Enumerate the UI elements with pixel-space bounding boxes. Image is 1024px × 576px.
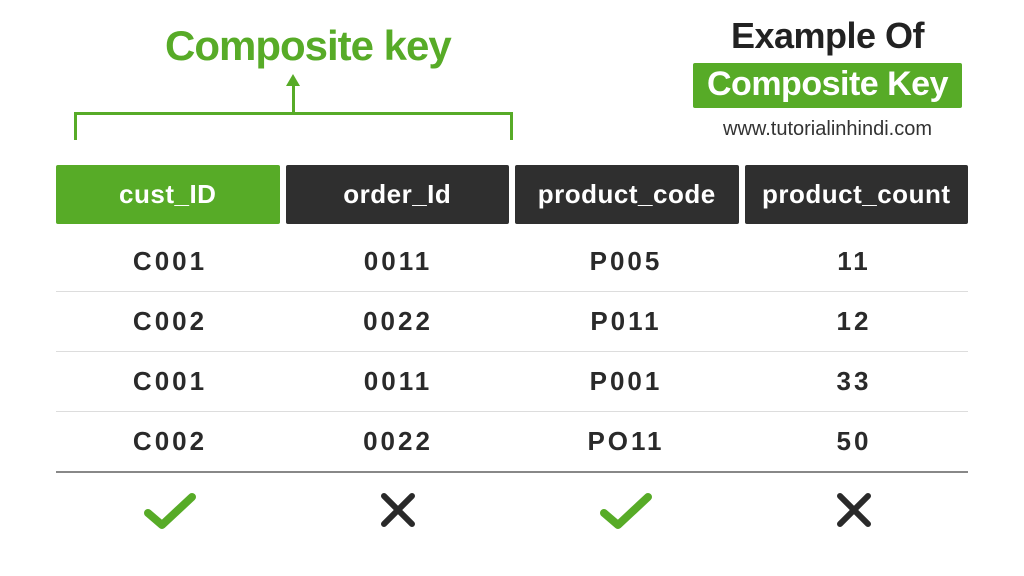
composite-key-bracket bbox=[74, 78, 524, 148]
cell-order-id: 0011 bbox=[284, 232, 512, 291]
website-url: www.tutorialinhindi.com bbox=[693, 118, 962, 141]
table-row: C001 0011 P005 11 bbox=[56, 232, 968, 292]
table-row: C001 0011 P001 33 bbox=[56, 352, 968, 412]
cell-product-count: 11 bbox=[740, 232, 968, 291]
cell-product-code: P011 bbox=[512, 292, 740, 351]
col-header-cust-id: cust_ID bbox=[56, 165, 280, 224]
cell-product-code: PO11 bbox=[512, 412, 740, 471]
cell-order-id: 0022 bbox=[284, 412, 512, 471]
table-row: C002 0022 PO11 50 bbox=[56, 412, 968, 473]
cell-product-code: P001 bbox=[512, 352, 740, 411]
col-header-product-count: product_count bbox=[745, 165, 969, 224]
example-of-label: Example Of bbox=[693, 15, 962, 57]
column-status-row bbox=[56, 491, 968, 536]
table-header-row: cust_ID order_Id product_code product_co… bbox=[56, 165, 968, 224]
cell-product-code: P005 bbox=[512, 232, 740, 291]
cell-order-id: 0011 bbox=[284, 352, 512, 411]
table-row: C002 0022 P011 12 bbox=[56, 292, 968, 352]
cell-cust-id: C001 bbox=[56, 232, 284, 291]
cross-icon bbox=[284, 491, 512, 536]
cell-product-count: 50 bbox=[740, 412, 968, 471]
cell-cust-id: C001 bbox=[56, 352, 284, 411]
cell-cust-id: C002 bbox=[56, 412, 284, 471]
data-table: cust_ID order_Id product_code product_co… bbox=[56, 165, 968, 536]
cell-product-count: 33 bbox=[740, 352, 968, 411]
composite-key-title: Composite key bbox=[165, 22, 451, 70]
cell-cust-id: C002 bbox=[56, 292, 284, 351]
composite-key-badge: Composite Key bbox=[693, 63, 962, 108]
col-header-order-id: order_Id bbox=[286, 165, 510, 224]
cell-product-count: 12 bbox=[740, 292, 968, 351]
col-header-product-code: product_code bbox=[515, 165, 739, 224]
cell-order-id: 0022 bbox=[284, 292, 512, 351]
check-icon bbox=[512, 491, 740, 536]
table-body: C001 0011 P005 11 C002 0022 P011 12 C001… bbox=[56, 232, 968, 473]
cross-icon bbox=[740, 491, 968, 536]
check-icon bbox=[56, 491, 284, 536]
header-right: Example Of Composite Key www.tutorialinh… bbox=[693, 15, 962, 141]
